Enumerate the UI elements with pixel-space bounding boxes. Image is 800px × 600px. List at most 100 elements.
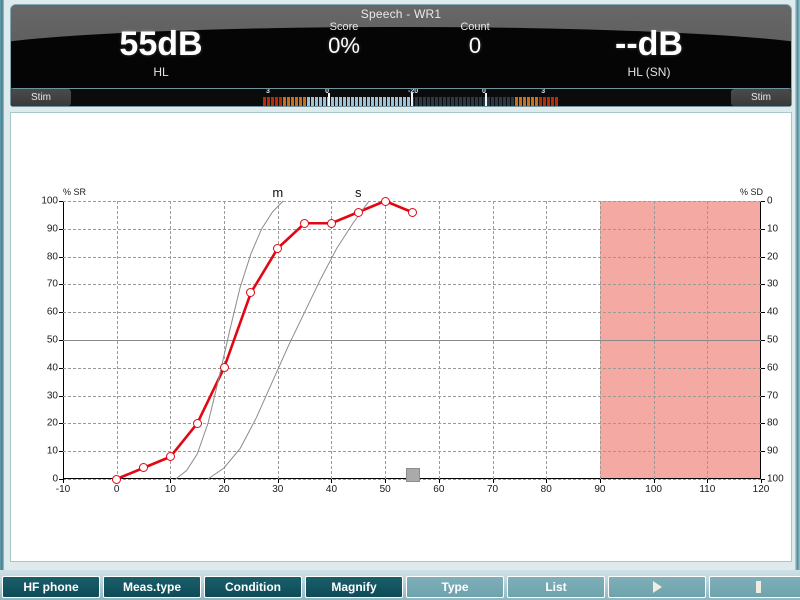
toolbar-button-hf-phone[interactable]: HF phone <box>2 576 100 598</box>
y-tick-right <box>761 228 765 230</box>
vu-scale-mark <box>411 93 413 106</box>
y-tick-label-left: 0 <box>52 473 58 485</box>
y-tick-label-left: 10 <box>46 445 58 457</box>
y-tick-right <box>761 256 765 258</box>
stim-button-left[interactable]: Stim <box>11 89 71 106</box>
toolbar-button-condition[interactable]: Condition <box>204 576 302 598</box>
y-tick-label-left: 40 <box>46 362 58 374</box>
x-tick-label: 20 <box>218 484 230 495</box>
x-tick <box>277 479 279 483</box>
y-tick-label-right: 100 <box>767 473 784 485</box>
stim-button-right[interactable]: Stim <box>731 89 791 106</box>
vu-scale-mark <box>328 93 331 106</box>
toolbar-button-type[interactable]: Type <box>406 576 504 598</box>
x-tick <box>331 479 333 483</box>
toolbar-button-label: HF phone <box>23 580 79 594</box>
y-tick-right <box>761 367 765 369</box>
x-tick <box>385 479 387 483</box>
y-tick-label-left: 60 <box>46 306 58 318</box>
x-tick <box>546 479 548 483</box>
data-point-marker[interactable] <box>219 363 229 373</box>
y-tick-label-right: 70 <box>767 390 779 402</box>
count-value: 0 <box>468 33 482 58</box>
vu-label: -20 <box>408 88 419 95</box>
x-tick-label: 80 <box>540 484 552 495</box>
window-frame-left <box>0 0 4 570</box>
y-tick-label-right: 80 <box>767 417 779 429</box>
play-icon <box>652 581 662 593</box>
x-tick-label: 100 <box>645 484 662 495</box>
window-frame-right <box>795 0 800 570</box>
x-tick <box>63 479 64 483</box>
plot-inner: 0 10 20 30 40 50 60 70 80 90 100 0 10 20 30 40 50 60 70 80 9… <box>41 185 783 495</box>
data-point-marker[interactable] <box>326 218 336 228</box>
pause-icon <box>755 581 761 593</box>
score-value: 0% <box>328 33 360 58</box>
series-line-m <box>175 200 284 480</box>
y-tick-label-right: 20 <box>767 251 779 263</box>
count-readout: Count 0 <box>415 21 535 58</box>
toolbar-button-label: Condition <box>225 580 281 594</box>
x-tick <box>170 479 172 483</box>
x-tick-label: 40 <box>325 484 338 495</box>
level-cursor-handle[interactable] <box>406 468 420 482</box>
x-tick-label: 70 <box>486 484 499 495</box>
y-tick-label-left: 90 <box>46 223 58 235</box>
x-tick <box>761 479 762 483</box>
y-tick-label-right: 60 <box>767 362 779 374</box>
x-tick-label: 30 <box>272 484 284 495</box>
toolbar-button-list[interactable]: List <box>507 576 605 598</box>
x-tick-label: 10 <box>164 484 176 495</box>
toolbar-button-meas-type[interactable]: Meas.type <box>103 576 201 598</box>
y-tick-label-right: 50 <box>767 334 779 346</box>
x-tick <box>438 479 440 483</box>
x-tick <box>492 479 494 483</box>
y-tick-right <box>761 395 765 397</box>
y-tick-right <box>761 451 765 453</box>
series-lines <box>116 199 413 481</box>
data-point-marker[interactable] <box>353 207 363 217</box>
toolbar-button-label: Magnify <box>331 580 377 594</box>
x-tick-label: 120 <box>752 484 770 495</box>
left-level-value: 55dB <box>119 25 203 63</box>
data-point-marker[interactable] <box>300 218 310 228</box>
x-tick-label: -10 <box>55 484 71 495</box>
bottom-toolbar: HF phone Meas.type Condition Magnify Type Lis… <box>0 570 800 600</box>
data-point-marker[interactable] <box>112 474 122 484</box>
y-tick-right <box>761 284 765 286</box>
right-level-unit: HL (SN) <box>627 65 671 79</box>
data-point-marker[interactable] <box>192 418 202 428</box>
speech-audiometry-window: Speech - WR1 55dB HL --dB HL (SN) Score … <box>0 0 800 600</box>
x-tick-label: 60 <box>433 484 445 495</box>
data-point-marker[interactable] <box>273 243 283 253</box>
right-level-value: --dB <box>615 25 683 63</box>
y-tick-label-right: 90 <box>767 445 779 457</box>
toolbar-button-label: Meas.type <box>122 580 182 594</box>
x-tick-label: 90 <box>594 484 606 495</box>
left-level-unit: HL <box>153 65 169 79</box>
stimulus-vu-bar: Stim Stim 3 0 -20 0 3 <box>10 88 792 107</box>
y-tick-label-left: 70 <box>46 278 58 290</box>
toolbar-button-magnify[interactable]: Magnify <box>305 576 403 598</box>
y-tick-label-right: 10 <box>767 223 779 235</box>
y-tick-label-left: 100 <box>41 195 58 207</box>
y-tick-right <box>761 423 765 425</box>
y-tick-label-left: 20 <box>46 417 58 429</box>
x-tick <box>599 479 601 483</box>
y-tick-right <box>761 340 765 341</box>
y-tick-label-left: 50 <box>46 334 58 346</box>
toolbar-button-pause[interactable] <box>709 576 800 598</box>
plot-area[interactable]: 0 10 20 30 40 50 60 70 80 90 100 0 10 20 30 40 50 60 70 80 9… <box>41 185 783 495</box>
toolbar-button-label: List <box>545 580 567 594</box>
y-tick-label-left: 30 <box>46 390 58 402</box>
x-tick <box>224 479 226 483</box>
vu-scale-mark <box>485 93 487 106</box>
series-line-WR1 <box>116 199 413 481</box>
x-tick <box>707 479 709 483</box>
data-point-marker[interactable] <box>380 196 390 206</box>
speech-audiogram-chart[interactable]: % SR % SD 0 10 20 30 40 50 60 70 80 90 100 0 10 20 30 4… <box>10 112 792 562</box>
toolbar-button-play[interactable] <box>608 576 706 598</box>
data-point-marker[interactable] <box>407 207 417 217</box>
x-tick-label: 0 <box>113 484 120 495</box>
y-axis-title-left: % SR <box>63 187 87 197</box>
